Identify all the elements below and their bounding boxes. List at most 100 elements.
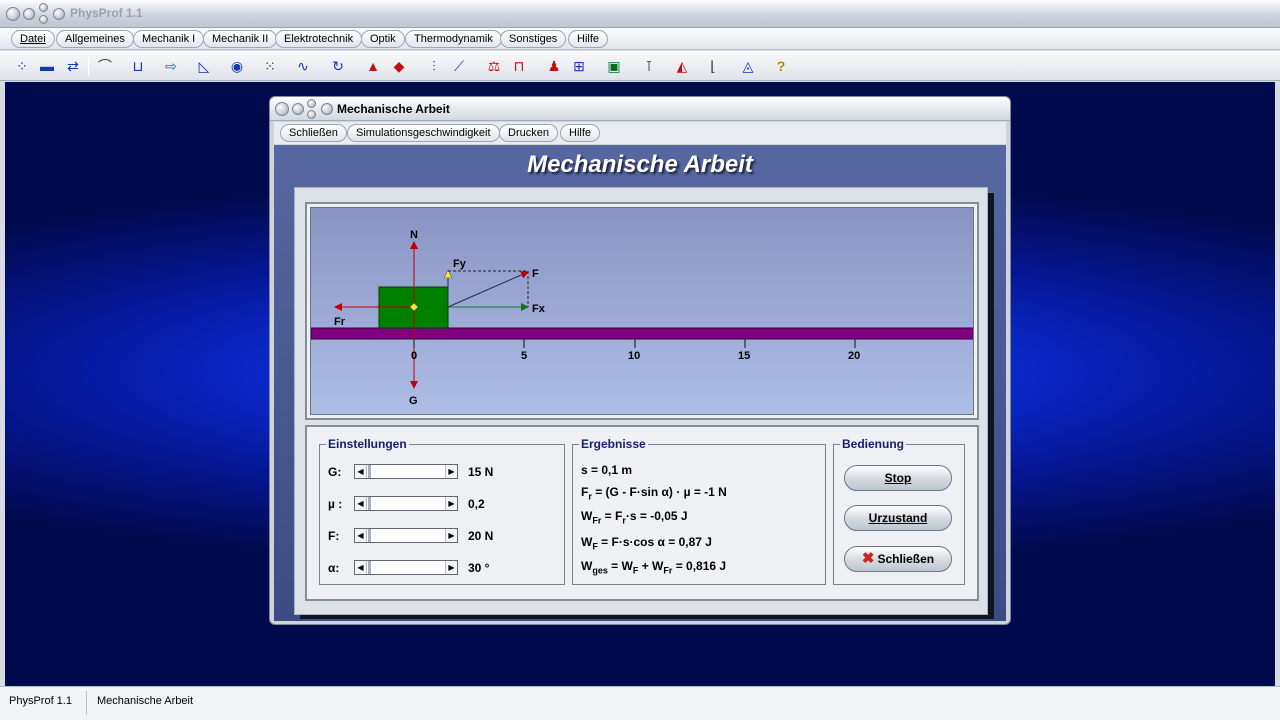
panel-shadow-right [988,193,994,617]
curve-icon[interactable]: ⌊ [703,56,723,76]
slider-right-arrow-icon[interactable]: ▶ [445,465,457,478]
child-maximize-button[interactable] [307,99,316,108]
slider-right-arrow-icon[interactable]: ▶ [445,529,457,542]
child-restore-button[interactable] [307,110,316,119]
stop-button[interactable]: Stop [844,465,952,491]
menu-mechanik-1[interactable]: Mechanik I [133,30,205,48]
people-icon[interactable]: ♟ [544,56,564,76]
incline-icon[interactable]: ◺ [194,56,214,76]
hill-icon[interactable]: ⌒ [95,56,115,76]
atoms-icon[interactable]: ⁘ [12,56,32,76]
result-work-friction: WFr = Fr·s = -0,05 J [581,509,688,526]
slider-left-arrow-icon[interactable]: ◀ [355,529,367,542]
slider-f[interactable]: ◀ ▶ [354,528,458,543]
result-work-total: Wges = WF + WFr = 0,816 J [581,559,727,576]
spectrum-icon[interactable]: ◬ [738,56,758,76]
slider-left-arrow-icon[interactable]: ◀ [355,561,367,574]
dots-icon[interactable]: ⁙ [260,56,280,76]
app-menu-icon[interactable] [53,8,65,20]
settings-title: Einstellungen [326,437,409,451]
minimize-window-button[interactable] [23,8,35,20]
restore-window-button[interactable] [39,15,48,24]
maximize-window-button[interactable] [39,3,48,12]
child-menu-simulationsgeschwindigkeit[interactable]: Simulationsgeschwindigkeit [347,124,500,142]
cylinders-icon[interactable]: ⊔ [128,56,148,76]
menu-allgemeines[interactable]: Allgemeines [56,30,134,48]
label-g: G [409,395,418,407]
child-menu-hilfe[interactable]: Hilfe [560,124,601,142]
menu-elektrotechnik[interactable]: Elektrotechnik [275,30,363,48]
frame-icon[interactable]: ⊓ [509,56,529,76]
menubar: Datei Allgemeines Mechanik I Mechanik II… [0,28,1280,50]
help-icon[interactable]: ? [771,56,791,76]
exchange-icon[interactable]: ⇄ [63,56,83,76]
battery-icon[interactable]: ▣ [604,56,624,76]
menu-mechanik-2[interactable]: Mechanik II [203,30,278,48]
statusbar: PhysProf 1.1 Mechanische Arbeit [0,686,1280,720]
circuit-icon[interactable]: ⊞ [569,56,589,76]
graph-icon[interactable]: ⟋ [449,56,469,76]
child-titlebar: Mechanische Arbeit [270,97,1010,121]
tick-label: 15 [738,350,750,362]
magnet-icon[interactable]: ▲ [363,56,383,76]
track [311,327,973,340]
menu-hilfe[interactable]: Hilfe [568,30,609,48]
label-n: N [410,229,418,241]
circle-arrow-icon[interactable]: ↻ [328,56,348,76]
setting-value-mu: 0,2 [468,497,485,511]
slider-left-arrow-icon[interactable]: ◀ [355,497,367,510]
slider-thumb[interactable] [368,497,371,510]
menu-sonstiges[interactable]: Sonstiges [500,30,567,48]
balance-icon[interactable]: ⚖ [484,56,504,76]
reset-button[interactable]: Urzustand [844,505,952,531]
simulation-canvas: N G Fr Fy F Fx 0 5 10 15 20 [310,207,974,415]
prism-icon[interactable]: ◭ [672,56,692,76]
setting-label-alpha: α: [328,561,340,575]
label-fr: Fr [334,316,346,328]
child-menu-icon[interactable] [321,103,333,115]
slider-right-arrow-icon[interactable]: ▶ [445,497,457,510]
simulation-frame: N G Fr Fy F Fx 0 5 10 15 20 [305,202,979,420]
child-minimize-button[interactable] [292,103,304,115]
child-title: Mechanische Arbeit [337,102,450,116]
app-title: PhysProf 1.1 [70,6,143,20]
menu-thermodynamik[interactable]: Thermodynamik [405,30,502,48]
slider-right-arrow-icon[interactable]: ▶ [445,561,457,574]
close-button[interactable]: ✖ Schließen [844,546,952,572]
rotate-icon[interactable]: ◆ [389,56,409,76]
eye-icon[interactable]: ◉ [227,56,247,76]
slider-thumb[interactable] [368,529,371,542]
child-close-button[interactable] [275,102,289,116]
force-arrow [447,271,529,308]
tick-label: 0 [411,350,417,362]
label-f: F [532,268,539,280]
lens-icon[interactable]: ⊺ [639,56,659,76]
conveyor-icon[interactable]: ▬ [37,56,57,76]
status-divider [86,691,87,715]
arrow-box-icon[interactable]: ⇨ [161,56,181,76]
menu-optik[interactable]: Optik [361,30,405,48]
menu-datei[interactable]: Datei [11,30,55,48]
toolbar-separator [88,56,89,76]
controls-frame: Einstellungen G: ◀ ▶ 15 N µ : ◀ ▶ 0,2 F:… [305,425,979,601]
slider-alpha[interactable]: ◀ ▶ [354,560,458,575]
child-menu-drucken[interactable]: Drucken [499,124,558,142]
slider-left-arrow-icon[interactable]: ◀ [355,465,367,478]
close-window-button[interactable] [6,7,20,21]
slider-thumb[interactable] [368,465,371,478]
results-title: Ergebnisse [579,437,648,451]
child-menu-schliessen[interactable]: Schließen [280,124,347,142]
slider-thumb[interactable] [368,561,371,574]
wave-icon[interactable]: ∿ [293,56,313,76]
slider-g[interactable]: ◀ ▶ [354,464,458,479]
label-fx: Fx [532,303,546,315]
panel-area: N G Fr Fy F Fx 0 5 10 15 20 Einstellunge… [294,187,988,615]
coil-icon[interactable]: ⫶ [424,56,444,76]
slider-mu[interactable]: ◀ ▶ [354,496,458,511]
status-app: PhysProf 1.1 [9,695,72,707]
setting-label-g: G: [328,465,342,479]
tick-label: 5 [521,350,527,362]
tick-label: 20 [848,350,860,362]
main-heading: Mechanische Arbeit [527,151,753,178]
close-x-icon: ✖ [861,550,875,567]
